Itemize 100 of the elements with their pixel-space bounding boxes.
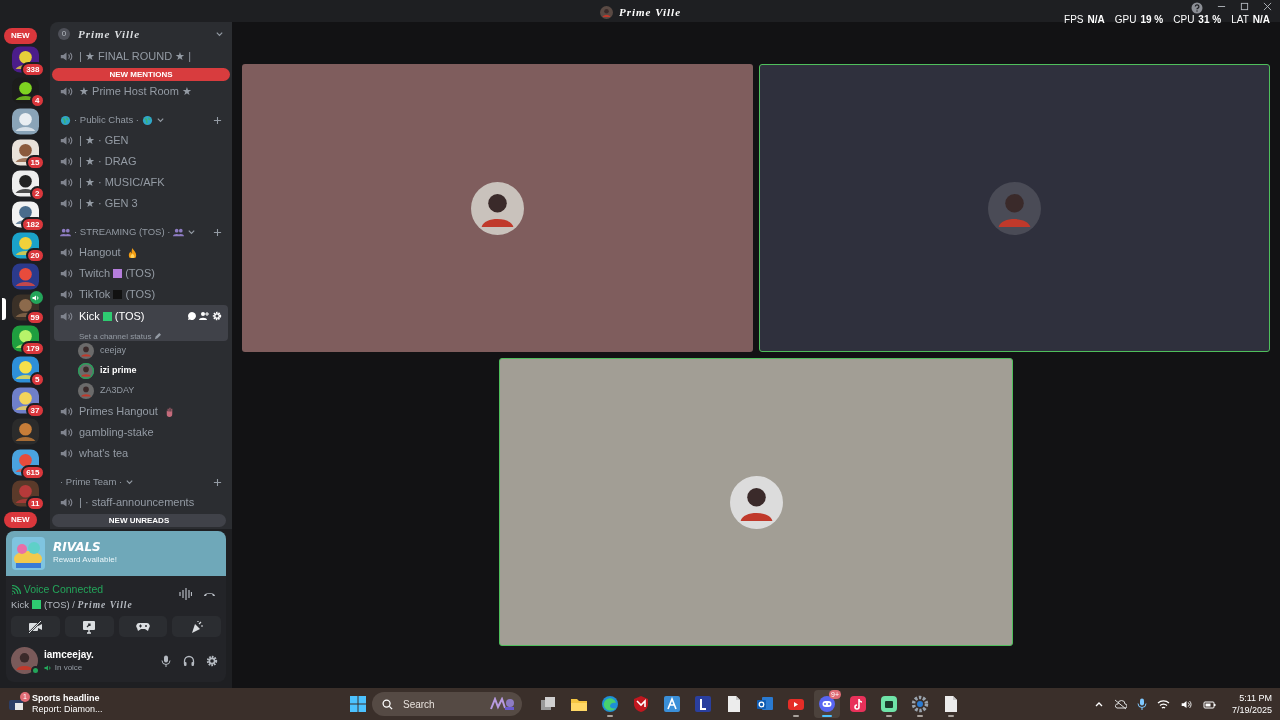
category-name[interactable]: · Public Chats · [74,112,139,128]
soundboard-icon [189,619,204,634]
server-icon[interactable] [11,480,39,507]
chevron-down-icon[interactable] [155,115,165,125]
server-icon[interactable] [11,387,39,414]
category-name[interactable]: · STREAMING (TOS) · [74,224,171,240]
video-tile[interactable] [242,64,753,352]
add-channel-icon[interactable] [213,115,222,125]
server-icon[interactable] [11,201,39,228]
chevron-down-icon[interactable] [125,477,135,487]
new-pill[interactable]: NEW [4,28,37,44]
member-name[interactable]: izi prime [100,364,137,378]
speaker-icon [60,246,73,259]
unread-count-badge: 615 [21,465,45,480]
server-icon[interactable] [11,449,39,476]
screen-share-button[interactable] [64,616,114,637]
channel-name[interactable]: | ★ FINAL ROUND ★ | [79,48,192,65]
channel-name[interactable]: Hangout [79,244,121,261]
chevron-down-icon[interactable] [215,29,224,39]
invite-icon[interactable] [199,311,210,322]
settings-icon[interactable] [206,654,219,667]
speaker-icon [60,50,73,63]
video-tile[interactable] [499,358,1013,646]
stat-readout: GPU 19 % [1114,13,1164,27]
new-unreads-pill[interactable]: NEW UNREADS [52,514,226,527]
server-icon[interactable] [11,108,39,135]
maximize-icon[interactable] [1240,2,1249,11]
camera-button[interactable] [11,616,60,637]
username: iamceejay. [44,648,95,662]
search-icon [382,698,393,710]
voice-channel-link[interactable]: Kick (TOS) / Prime Ville [11,597,179,612]
speaker-icon [60,309,73,323]
channel-name[interactable]: Twitch (TOS) [79,265,155,282]
channel-name[interactable]: Kick (TOS) [79,308,145,325]
member-name[interactable]: ceejay [100,344,126,358]
add-channel-icon[interactable] [213,227,222,237]
volume-icon[interactable] [1179,698,1193,710]
clock-date[interactable]: 7/19/2025 [1231,704,1272,716]
unread-count-badge: 11 [26,496,45,511]
server-icon[interactable] [11,77,39,104]
chevron-down-icon[interactable] [187,227,197,237]
help-icon[interactable] [1191,2,1203,14]
widget-title[interactable]: Sports headline [32,693,103,704]
clock-time[interactable]: 5:11 PM [1231,692,1272,704]
channel-name[interactable]: | ★ · DRAG [79,153,137,170]
window-title: Prime Ville [619,5,682,20]
user-avatar [988,181,1041,235]
activity-button[interactable] [118,616,168,637]
server-icon[interactable] [11,139,39,166]
promo-logo: RIVALS [53,541,102,554]
user-avatar [78,343,94,359]
microphone-icon[interactable] [1136,698,1147,710]
voice-activity-icon[interactable] [178,587,192,600]
new-pill[interactable]: NEW [4,512,37,528]
channel-name[interactable]: Primes Hangout [79,403,158,420]
headphones-icon[interactable] [183,654,196,667]
app-icon [694,695,712,713]
battery-icon[interactable] [1202,698,1216,710]
start-icon[interactable] [349,695,367,713]
channel-name[interactable]: | ★ · GEN 3 [79,195,138,212]
people-icon [60,226,71,238]
unread-count-badge: 182 [21,217,45,232]
channel-name[interactable]: TikTok (TOS) [79,286,156,303]
stat-readout: LAT N/A [1231,13,1270,27]
channel-name[interactable]: | ★ · MUSIC/AFK [79,174,165,191]
close-icon[interactable] [1263,2,1272,11]
speaker-icon [60,288,73,301]
member-name[interactable]: ZA3DAY [100,384,135,398]
speaker-icon [60,85,73,98]
user-avatar [471,181,524,235]
video-tile[interactable] [759,64,1270,352]
server-icon[interactable] [11,46,39,73]
online-status-dot [31,666,40,675]
search-bar[interactable]: Search [372,692,522,716]
server-avatar [600,5,613,19]
server-icon[interactable] [11,170,39,197]
new-mentions-pill[interactable]: NEW MENTIONS [52,68,230,81]
channel-status-prompt[interactable]: Set a channel status [79,330,152,343]
stat-readout: CPU 31 % [1173,13,1222,27]
chat-app-icon [818,695,836,713]
server-name[interactable]: Prime Ville [78,25,207,43]
channel-name[interactable]: | · staff-announcements [79,494,195,511]
cloud-off-icon[interactable] [1113,698,1127,710]
chat-bubble-icon[interactable] [186,311,197,322]
pencil-icon[interactable] [154,333,162,340]
category-name[interactable]: · Prime Team · [60,474,123,490]
browser-icon [601,695,619,713]
search-input[interactable]: Search [401,695,481,713]
channel-name[interactable]: what's tea [79,445,129,462]
promo-banner[interactable]: RIVALS Reward Available! [6,531,226,576]
soundboard-button[interactable] [172,616,221,637]
server-icon[interactable] [11,232,39,259]
add-channel-icon[interactable] [213,477,222,487]
news-icon[interactable] [8,697,26,711]
wifi-icon[interactable] [1156,698,1170,710]
channel-name[interactable]: ★ Prime Host Room ★ [79,83,192,100]
channel-name[interactable]: gambling-stake [79,424,154,441]
microphone-icon[interactable] [160,654,173,667]
server-icon[interactable] [11,356,39,383]
channel-name[interactable]: | ★ · GEN [79,132,129,149]
